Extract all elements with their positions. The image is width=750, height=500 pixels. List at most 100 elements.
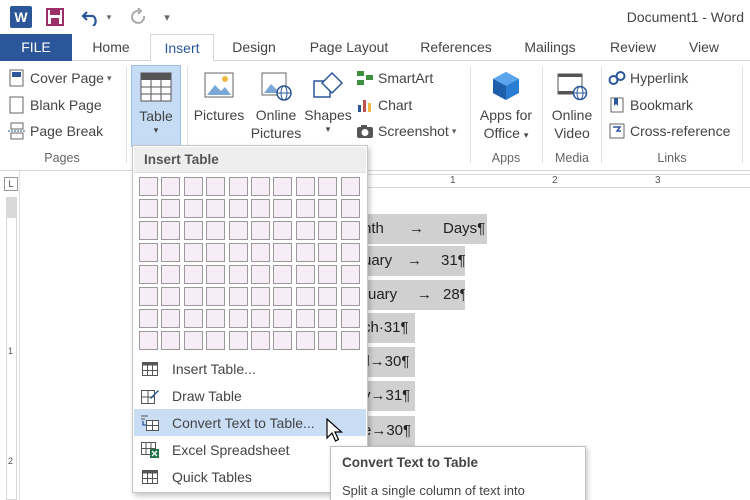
tab-selector[interactable]: L <box>4 177 18 191</box>
blank-page-button[interactable]: Blank Page <box>8 94 102 116</box>
table-grid-cell[interactable] <box>183 243 203 262</box>
table-grid-cell[interactable] <box>295 221 315 240</box>
table-grid-cell[interactable] <box>228 177 248 196</box>
table-grid-cell[interactable] <box>139 309 158 328</box>
selected-text-line[interactable]: uary → 31¶ <box>361 246 465 276</box>
table-grid-cell[interactable] <box>228 199 248 218</box>
online-video-button[interactable]: Online Video <box>546 69 598 142</box>
table-grid-cell[interactable] <box>318 287 338 306</box>
table-grid-cell[interactable] <box>206 243 226 262</box>
table-grid-cell[interactable] <box>251 309 270 328</box>
table-grid-cell[interactable] <box>206 221 226 240</box>
cross-reference-button[interactable]: Cross-reference <box>608 120 730 142</box>
table-grid-cell[interactable] <box>228 243 248 262</box>
table-grid-cell[interactable] <box>318 199 338 218</box>
customize-qat-icon[interactable]: ▾ <box>160 6 174 28</box>
table-grid-cell[interactable] <box>206 265 226 284</box>
table-grid-cell[interactable] <box>273 177 293 196</box>
table-grid-cell[interactable] <box>139 243 158 262</box>
table-grid-cell[interactable] <box>161 221 181 240</box>
undo-icon[interactable] <box>80 6 102 28</box>
table-grid-cell[interactable] <box>295 243 315 262</box>
table-grid-cell[interactable] <box>340 199 360 218</box>
undo-dropdown-icon[interactable]: ▾ <box>104 6 114 28</box>
table-grid-cell[interactable] <box>251 221 270 240</box>
table-grid-cell[interactable] <box>340 287 360 306</box>
table-grid-cell[interactable] <box>206 331 226 350</box>
tab-home[interactable]: Home <box>80 34 142 61</box>
table-grid-cell[interactable] <box>139 287 158 306</box>
tab-mailings[interactable]: Mailings <box>514 34 586 61</box>
tab-view[interactable]: View <box>678 34 730 61</box>
save-icon[interactable] <box>44 6 66 28</box>
tab-page-layout[interactable]: Page Layout <box>300 34 398 61</box>
table-grid-cell[interactable] <box>273 243 293 262</box>
table-grid-cell[interactable] <box>295 265 315 284</box>
selected-text-line[interactable]: ruary → 28¶ <box>361 280 465 310</box>
bookmark-button[interactable]: Bookmark <box>608 94 693 116</box>
table-grid-cell[interactable] <box>206 309 226 328</box>
vertical-ruler[interactable]: 1 2 <box>6 197 17 500</box>
table-grid-cell[interactable] <box>318 243 338 262</box>
table-grid-cell[interactable] <box>161 243 181 262</box>
table-grid-cell[interactable] <box>206 177 226 196</box>
table-grid-cell[interactable] <box>228 221 248 240</box>
table-grid-cell[interactable] <box>139 331 158 350</box>
table-grid-cell[interactable] <box>273 265 293 284</box>
table-grid-cell[interactable] <box>273 199 293 218</box>
table-grid-cell[interactable] <box>295 331 315 350</box>
selected-text-line[interactable]: y→31¶ <box>361 381 415 411</box>
tab-review[interactable]: Review <box>600 34 666 61</box>
table-grid-cell[interactable] <box>206 199 226 218</box>
table-grid-cell[interactable] <box>161 177 181 196</box>
table-grid-cell[interactable] <box>139 221 158 240</box>
draw-table-menu-item[interactable]: Draw Table <box>134 382 366 409</box>
table-grid-cell[interactable] <box>183 309 203 328</box>
tab-design[interactable]: Design <box>222 34 286 61</box>
tab-insert[interactable]: Insert <box>150 34 214 62</box>
table-grid-cell[interactable] <box>340 265 360 284</box>
selected-text-line[interactable]: e→30¶ <box>361 416 415 446</box>
screenshot-button[interactable]: Screenshot ▾ <box>356 120 456 142</box>
table-grid-cell[interactable] <box>183 221 203 240</box>
redo-icon[interactable] <box>128 6 150 28</box>
table-grid-cell[interactable] <box>251 331 270 350</box>
table-grid-cell[interactable] <box>183 199 203 218</box>
hyperlink-button[interactable]: Hyperlink <box>608 67 688 89</box>
table-grid-cell[interactable] <box>228 309 248 328</box>
page-break-button[interactable]: Page Break <box>8 120 103 142</box>
table-grid-cell[interactable] <box>295 177 315 196</box>
cover-page-button[interactable]: Cover Page ▾ <box>8 67 111 89</box>
table-grid-cell[interactable] <box>206 287 226 306</box>
apps-for-office-button[interactable]: Apps for Office ▾ <box>474 69 538 144</box>
table-grid-cell[interactable] <box>139 199 158 218</box>
table-grid-cell[interactable] <box>295 199 315 218</box>
table-grid-cell[interactable] <box>318 177 338 196</box>
insert-table-menu-item[interactable]: Insert Table... <box>134 355 366 382</box>
table-button[interactable]: Table ▾ <box>131 65 181 147</box>
table-grid-cell[interactable] <box>295 287 315 306</box>
table-grid-cell[interactable] <box>161 199 181 218</box>
table-grid-cell[interactable] <box>161 331 181 350</box>
online-pictures-button[interactable]: Online Pictures <box>248 69 304 142</box>
table-grid-cell[interactable] <box>251 243 270 262</box>
table-grid-cell[interactable] <box>318 309 338 328</box>
table-grid-cell[interactable] <box>251 199 270 218</box>
table-grid-cell[interactable] <box>228 265 248 284</box>
tab-file[interactable]: FILE <box>0 34 72 61</box>
table-grid-cell[interactable] <box>318 221 338 240</box>
smartart-button[interactable]: SmartArt <box>356 67 433 89</box>
table-grid-cell[interactable] <box>139 177 158 196</box>
table-grid-cell[interactable] <box>340 177 360 196</box>
table-grid-cell[interactable] <box>273 287 293 306</box>
pictures-button[interactable]: Pictures <box>192 69 246 124</box>
table-grid-cell[interactable] <box>183 287 203 306</box>
chart-button[interactable]: Chart <box>356 94 412 116</box>
table-grid-cell[interactable] <box>183 265 203 284</box>
selected-text-line[interactable]: il→30¶ <box>361 347 415 377</box>
table-grid-cell[interactable] <box>228 331 248 350</box>
table-grid-cell[interactable] <box>251 287 270 306</box>
table-grid-cell[interactable] <box>251 265 270 284</box>
table-grid-cell[interactable] <box>295 309 315 328</box>
table-grid-cell[interactable] <box>340 243 360 262</box>
